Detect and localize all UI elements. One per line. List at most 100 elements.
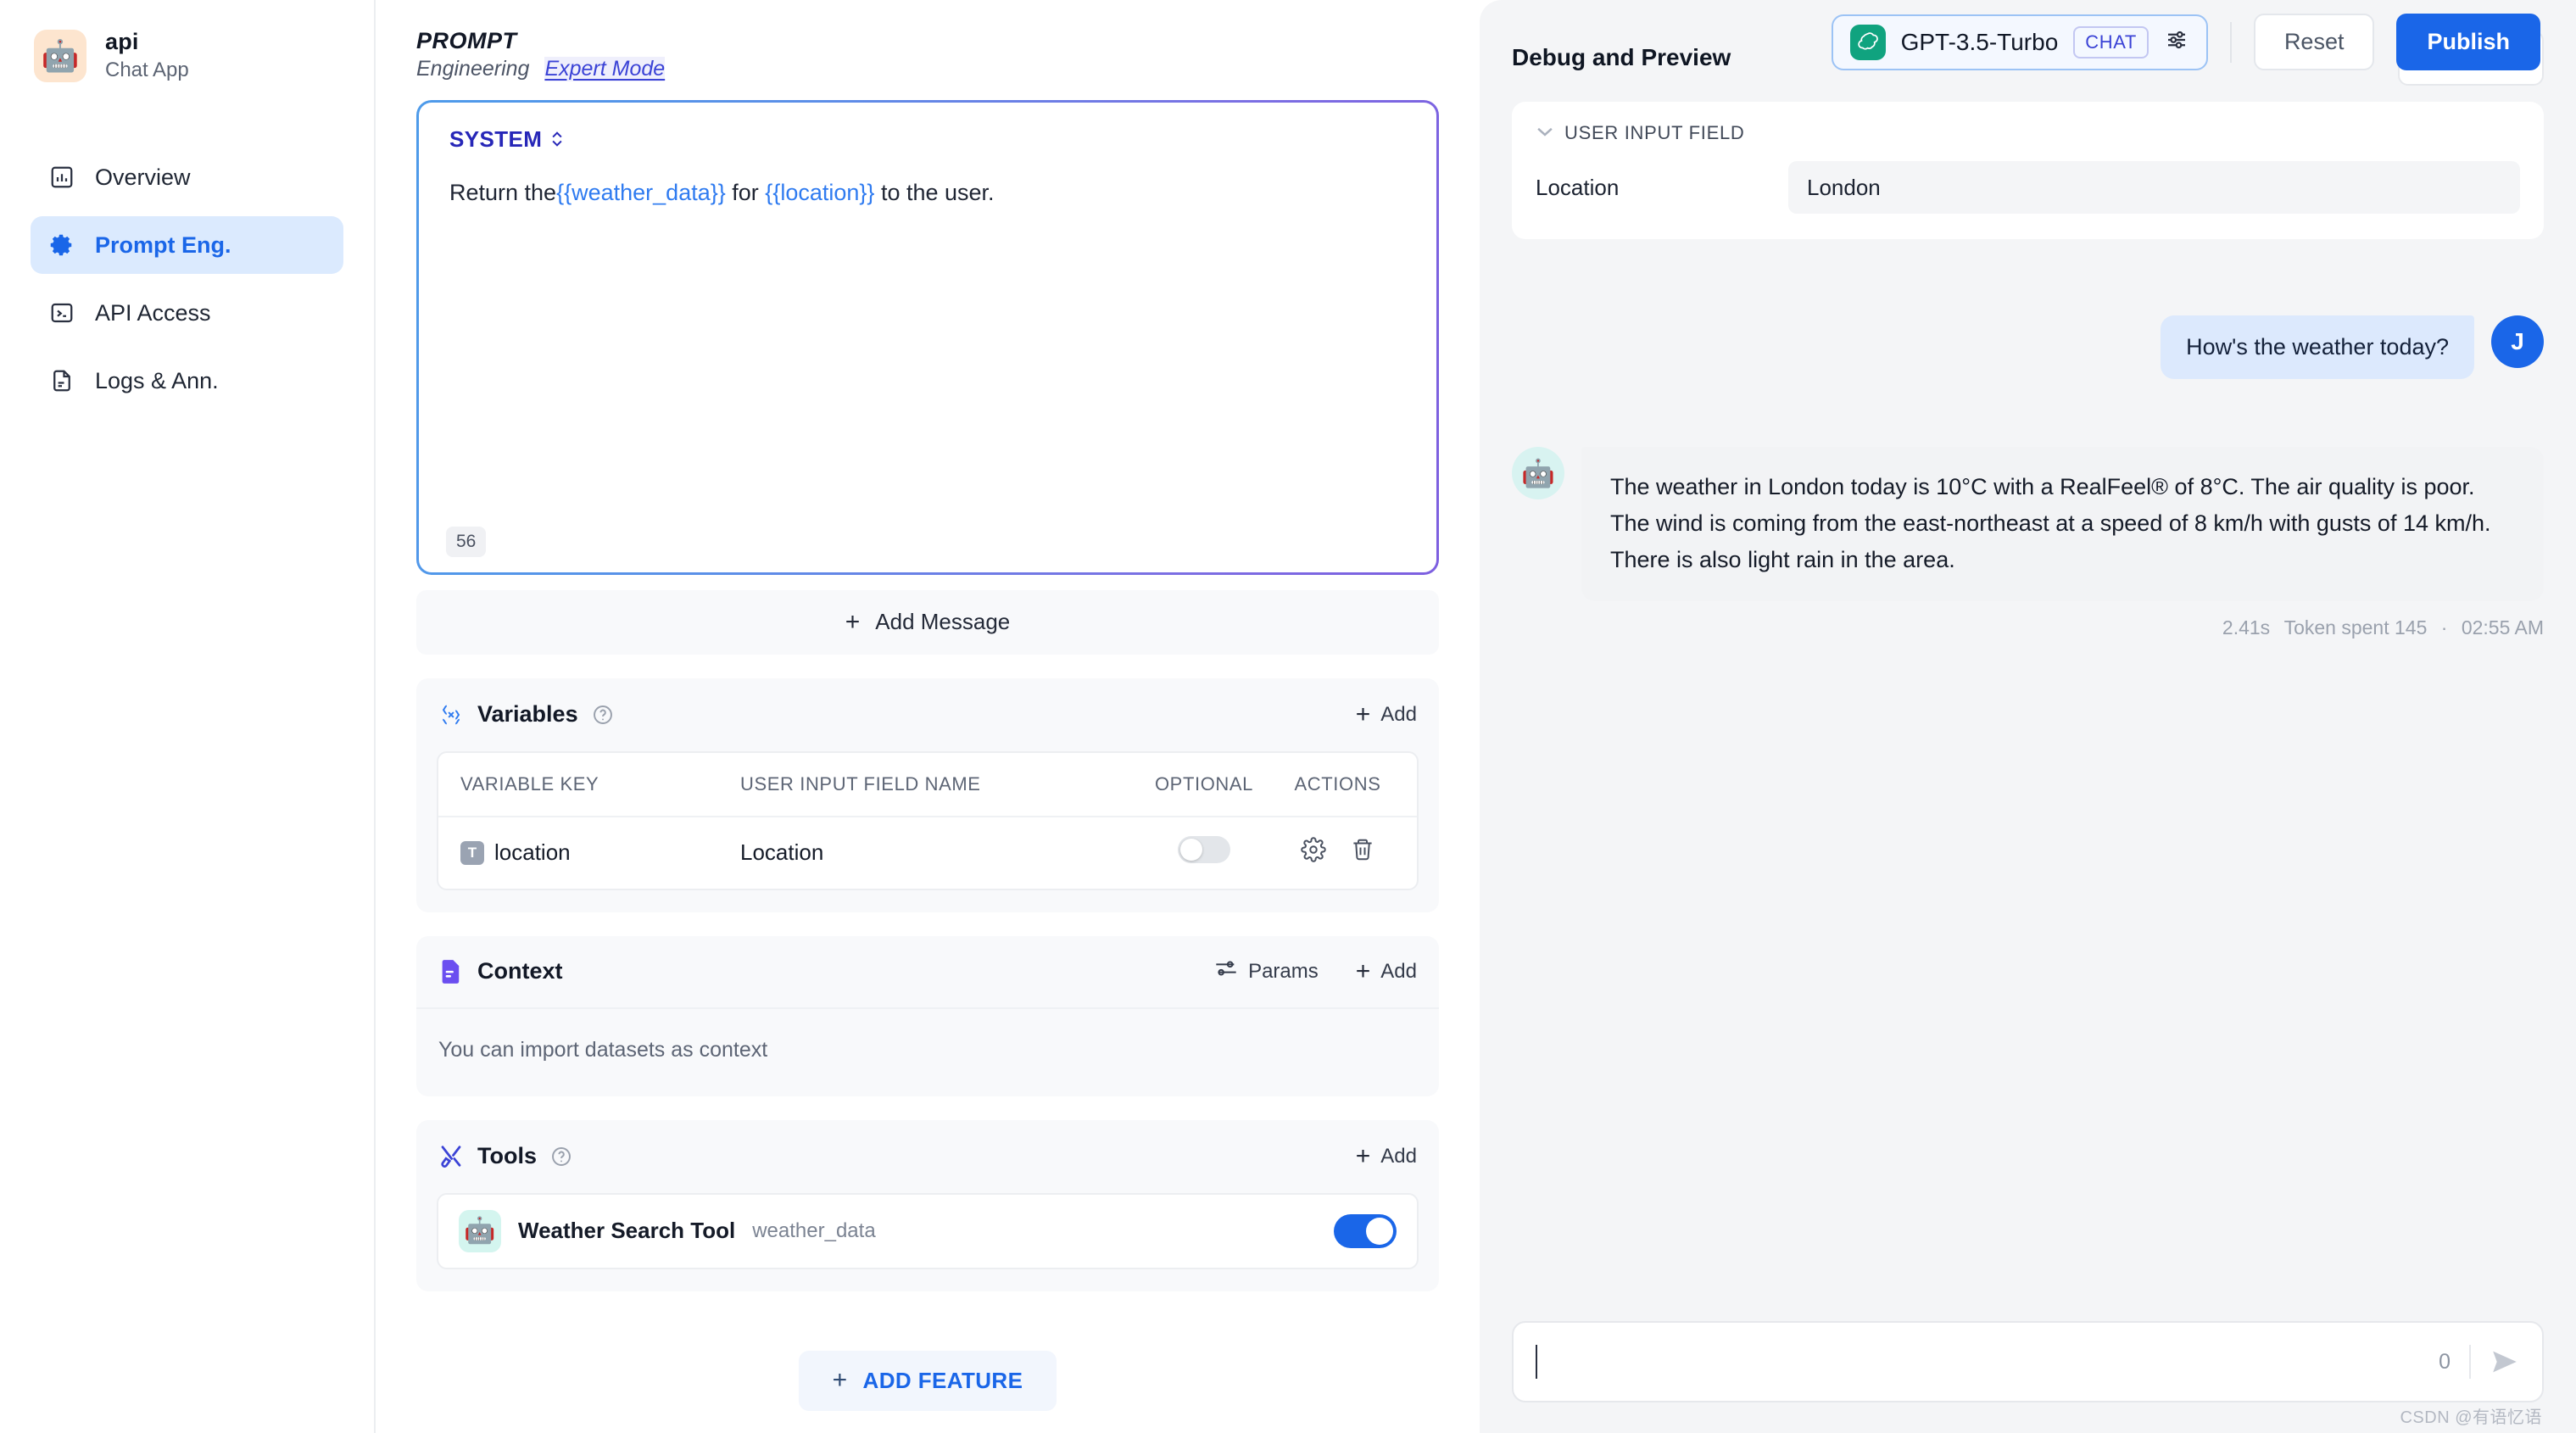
column-variable-key: VARIABLE KEY (460, 773, 740, 795)
plus-icon: + (1356, 702, 1371, 728)
gear-icon (47, 231, 76, 259)
question-circle-icon[interactable] (550, 1146, 572, 1168)
variables-add-button[interactable]: + Add (1356, 702, 1417, 728)
message-meta: 2.41s Token spent 145 · 02:55 AM (1581, 616, 2544, 639)
optional-toggle[interactable] (1178, 836, 1230, 863)
sidebar-item-logs-ann[interactable]: Logs & Ann. (31, 352, 343, 410)
plus-icon: + (833, 1368, 848, 1393)
chat-composer[interactable]: 0 (1512, 1321, 2544, 1402)
context-title: Context (477, 958, 563, 984)
context-add-button[interactable]: + Add (1356, 959, 1417, 984)
robot-emoji: 🤖 (1512, 447, 1564, 499)
document-icon (47, 366, 76, 395)
row-actions (1280, 837, 1395, 868)
braces-x-icon (438, 702, 464, 728)
sidebar-item-prompt-eng[interactable]: Prompt Eng. (31, 216, 343, 274)
location-input-value: London (1807, 175, 1881, 201)
plus-icon: + (1356, 1144, 1371, 1169)
trash-icon[interactable] (1350, 837, 1375, 868)
location-input[interactable]: London (1788, 161, 2520, 214)
model-selector-chip[interactable]: GPT-3.5-Turbo CHAT (1832, 14, 2208, 70)
composer-char-count: 0 (2439, 1350, 2451, 1374)
table-row[interactable]: T location Location (438, 817, 1417, 889)
publish-button[interactable]: Publish (2396, 14, 2540, 70)
tool-item-weather-search[interactable]: 🤖 Weather Search Tool weather_data (437, 1193, 1419, 1269)
editor-scroll-area: SYSTEM Return the{{weather_data}} for {{… (376, 100, 1480, 1411)
page-title: PROMPT (416, 29, 1480, 53)
context-section: Context Params (416, 936, 1439, 1096)
top-right-toolbar: GPT-3.5-Turbo CHAT Reset Publish (1832, 14, 2540, 70)
variable-key-value: location (494, 839, 571, 866)
send-icon[interactable] (2490, 1348, 2520, 1375)
tools-section: Tools + Add (416, 1120, 1439, 1291)
expert-mode-link[interactable]: Expert Mode (544, 57, 665, 81)
location-field-label: Location (1536, 175, 1765, 201)
add-message-button[interactable]: + Add Message (416, 590, 1439, 655)
context-params-button[interactable]: Params (1214, 958, 1319, 984)
tools-add-label: Add (1380, 1145, 1417, 1168)
variable-token-location: {{location}} (765, 180, 874, 205)
app-name: api (105, 29, 189, 55)
wrench-icon (438, 1144, 464, 1169)
terminal-icon (47, 298, 76, 327)
add-message-label: Add Message (875, 609, 1010, 635)
page-subtitle: Engineering (416, 57, 529, 81)
column-actions: ACTIONS (1280, 773, 1395, 795)
app-type: Chat App (105, 59, 189, 82)
context-add-label: Add (1380, 960, 1417, 984)
plus-icon: + (1356, 959, 1371, 984)
assistant-message-text: The weather in London today is 10°C with… (1581, 447, 2544, 601)
add-feature-button[interactable]: + ADD FEATURE (799, 1351, 1057, 1411)
tools-add-button[interactable]: + Add (1356, 1144, 1417, 1169)
tools-title: Tools (477, 1143, 537, 1169)
context-params-label: Params (1248, 960, 1319, 984)
chevron-down-icon (1536, 124, 1554, 143)
question-circle-icon[interactable] (592, 704, 614, 726)
sidebar-item-overview[interactable]: Overview (31, 148, 343, 206)
brand-block[interactable]: 🤖 api Chat App (31, 29, 343, 82)
text-caret (1536, 1345, 1537, 1379)
chat-transcript: How's the weather today? J 🤖 The weather… (1512, 239, 2544, 1321)
sidebar-item-label: Logs & Ann. (95, 368, 219, 394)
gear-icon[interactable] (1301, 837, 1326, 868)
document-purple-icon (438, 959, 464, 984)
sidebar-item-label: Overview (95, 164, 191, 191)
bar-chart-icon (47, 163, 76, 192)
system-message-text[interactable]: Return the{{weather_data}} for {{locatio… (449, 176, 1406, 209)
variable-token-weather-data: {{weather_data}} (556, 180, 726, 205)
variables-add-label: Add (1380, 703, 1417, 727)
prompt-editor-panel: PROMPT Engineering Expert Mode SYSTEM (376, 0, 1480, 1433)
add-feature-label: ADD FEATURE (863, 1368, 1023, 1394)
system-text-middle: for (726, 180, 766, 205)
message-time: 02:55 AM (2462, 616, 2544, 638)
page-header: PROMPT Engineering Expert Mode (376, 25, 1480, 81)
openai-icon (1850, 25, 1886, 60)
tool-enabled-toggle[interactable] (1334, 1214, 1397, 1248)
divider (2469, 1345, 2471, 1379)
sidebar: 🤖 api Chat App Overview (0, 0, 376, 1433)
sidebar-item-label: API Access (95, 300, 211, 326)
variables-table-header: VARIABLE KEY USER INPUT FIELD NAME OPTIO… (438, 753, 1417, 817)
type-badge-text-icon: T (460, 841, 484, 865)
debug-preview-panel: Debug and Preview Restart USER IN (1480, 0, 2576, 1433)
system-role-selector[interactable]: SYSTEM (449, 126, 1406, 153)
column-optional: OPTIONAL (1128, 773, 1280, 795)
user-input-field-header[interactable]: USER INPUT FIELD (1536, 122, 2520, 144)
variable-field-name-value: Location (740, 839, 1128, 866)
sidebar-item-api-access[interactable]: API Access (31, 284, 343, 342)
system-text-before: Return the (449, 180, 556, 205)
divider (2230, 22, 2232, 63)
reset-button[interactable]: Reset (2254, 14, 2375, 70)
system-role-label: SYSTEM (449, 126, 542, 153)
system-message-card[interactable]: SYSTEM Return the{{weather_data}} for {{… (416, 100, 1439, 575)
column-user-input-field-name: USER INPUT FIELD NAME (740, 773, 1128, 795)
system-text-after: to the user. (874, 180, 994, 205)
user-input-field-card: USER INPUT FIELD Location London (1512, 102, 2544, 239)
chevron-updown-icon (550, 130, 564, 148)
app-root: 🤖 api Chat App Overview (0, 0, 2576, 1433)
optional-cell (1128, 836, 1280, 869)
model-name: GPT-3.5-Turbo (1901, 29, 2059, 56)
user-input-field-label: USER INPUT FIELD (1564, 122, 1745, 144)
sliders-icon[interactable] (2164, 27, 2189, 57)
tool-name: Weather Search Tool (518, 1218, 735, 1244)
